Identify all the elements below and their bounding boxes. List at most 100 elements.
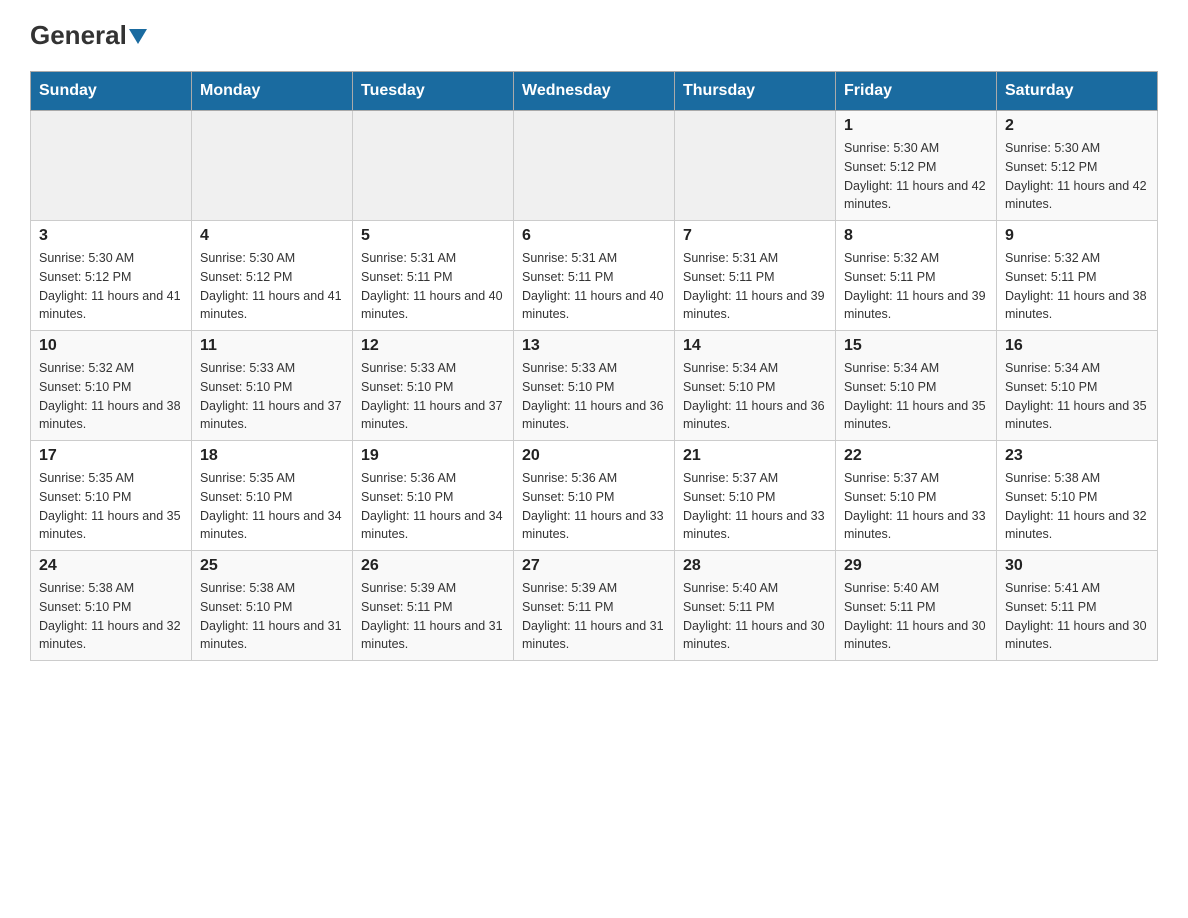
calendar-cell (353, 111, 514, 221)
calendar-cell: 14 Sunrise: 5:34 AMSunset: 5:10 PMDayligh… (675, 331, 836, 441)
day-sun-info: Sunrise: 5:31 AMSunset: 5:11 PMDaylight:… (361, 249, 505, 324)
day-sun-info: Sunrise: 5:33 AMSunset: 5:10 PMDaylight:… (200, 359, 344, 434)
calendar-cell: 24 Sunrise: 5:38 AMSunset: 5:10 PMDayligh… (31, 551, 192, 661)
calendar-week-row: 1 Sunrise: 5:30 AMSunset: 5:12 PMDaylight… (31, 111, 1158, 221)
calendar-cell (31, 111, 192, 221)
calendar-cell: 5 Sunrise: 5:31 AMSunset: 5:11 PMDaylight… (353, 221, 514, 331)
calendar-cell: 26 Sunrise: 5:39 AMSunset: 5:11 PMDayligh… (353, 551, 514, 661)
day-number: 14 (683, 337, 827, 355)
day-number: 10 (39, 337, 183, 355)
calendar-week-row: 3 Sunrise: 5:30 AMSunset: 5:12 PMDaylight… (31, 221, 1158, 331)
calendar-cell: 4 Sunrise: 5:30 AMSunset: 5:12 PMDaylight… (192, 221, 353, 331)
day-number: 8 (844, 227, 988, 245)
day-number: 16 (1005, 337, 1149, 355)
day-sun-info: Sunrise: 5:32 AMSunset: 5:10 PMDaylight:… (39, 359, 183, 434)
day-sun-info: Sunrise: 5:34 AMSunset: 5:10 PMDaylight:… (683, 359, 827, 434)
day-of-week-header: Wednesday (514, 72, 675, 111)
day-number: 19 (361, 447, 505, 465)
day-sun-info: Sunrise: 5:33 AMSunset: 5:10 PMDaylight:… (361, 359, 505, 434)
calendar-cell: 15Sunrise: 5:34 AMSunset: 5:10 PMDayligh… (836, 331, 997, 441)
calendar-cell: 29 Sunrise: 5:40 AMSunset: 5:11 PMDayligh… (836, 551, 997, 661)
calendar-cell: 9 Sunrise: 5:32 AMSunset: 5:11 PMDaylight… (997, 221, 1158, 331)
day-sun-info: Sunrise: 5:36 AMSunset: 5:10 PMDaylight:… (361, 469, 505, 544)
calendar-cell: 13 Sunrise: 5:33 AMSunset: 5:10 PMDayligh… (514, 331, 675, 441)
day-number: 24 (39, 557, 183, 575)
logo: General (30, 20, 147, 51)
day-sun-info: Sunrise: 5:30 AMSunset: 5:12 PMDaylight:… (200, 249, 344, 324)
calendar-cell: 16 Sunrise: 5:34 AMSunset: 5:10 PMDayligh… (997, 331, 1158, 441)
day-sun-info: Sunrise: 5:40 AMSunset: 5:11 PMDaylight:… (683, 579, 827, 654)
day-sun-info: Sunrise: 5:37 AMSunset: 5:10 PMDaylight:… (844, 469, 988, 544)
day-sun-info: Sunrise: 5:34 AMSunset: 5:10 PMDaylight:… (1005, 359, 1149, 434)
day-number: 23 (1005, 447, 1149, 465)
day-number: 4 (200, 227, 344, 245)
day-sun-info: Sunrise: 5:35 AMSunset: 5:10 PMDaylight:… (200, 469, 344, 544)
calendar-week-row: 17 Sunrise: 5:35 AMSunset: 5:10 PMDayligh… (31, 441, 1158, 551)
calendar-cell: 1 Sunrise: 5:30 AMSunset: 5:12 PMDaylight… (836, 111, 997, 221)
calendar-cell: 30Sunrise: 5:41 AMSunset: 5:11 PMDayligh… (997, 551, 1158, 661)
day-sun-info: Sunrise: 5:39 AMSunset: 5:11 PMDaylight:… (522, 579, 666, 654)
calendar-cell: 12 Sunrise: 5:33 AMSunset: 5:10 PMDayligh… (353, 331, 514, 441)
calendar-header-row: SundayMondayTuesdayWednesdayThursdayFrid… (31, 72, 1158, 111)
day-number: 17 (39, 447, 183, 465)
day-of-week-header: Friday (836, 72, 997, 111)
day-sun-info: Sunrise: 5:30 AMSunset: 5:12 PMDaylight:… (844, 139, 988, 214)
day-of-week-header: Saturday (997, 72, 1158, 111)
day-of-week-header: Thursday (675, 72, 836, 111)
day-number: 29 (844, 557, 988, 575)
day-number: 18 (200, 447, 344, 465)
day-number: 22 (844, 447, 988, 465)
day-sun-info: Sunrise: 5:40 AMSunset: 5:11 PMDaylight:… (844, 579, 988, 654)
calendar-cell: 25 Sunrise: 5:38 AMSunset: 5:10 PMDayligh… (192, 551, 353, 661)
calendar-table: SundayMondayTuesdayWednesdayThursdayFrid… (30, 71, 1158, 661)
calendar-cell: 3 Sunrise: 5:30 AMSunset: 5:12 PMDaylight… (31, 221, 192, 331)
day-sun-info: Sunrise: 5:31 AMSunset: 5:11 PMDaylight:… (522, 249, 666, 324)
calendar-cell: 23Sunrise: 5:38 AMSunset: 5:10 PMDayligh… (997, 441, 1158, 551)
calendar-cell: 22 Sunrise: 5:37 AMSunset: 5:10 PMDayligh… (836, 441, 997, 551)
day-of-week-header: Monday (192, 72, 353, 111)
calendar-cell (675, 111, 836, 221)
day-of-week-header: Sunday (31, 72, 192, 111)
day-sun-info: Sunrise: 5:32 AMSunset: 5:11 PMDaylight:… (1005, 249, 1149, 324)
day-number: 6 (522, 227, 666, 245)
day-sun-info: Sunrise: 5:38 AMSunset: 5:10 PMDaylight:… (200, 579, 344, 654)
day-number: 15 (844, 337, 988, 355)
calendar-cell: 2 Sunrise: 5:30 AMSunset: 5:12 PMDaylight… (997, 111, 1158, 221)
day-number: 26 (361, 557, 505, 575)
day-number: 3 (39, 227, 183, 245)
calendar-cell: 7Sunrise: 5:31 AMSunset: 5:11 PMDaylight… (675, 221, 836, 331)
day-sun-info: Sunrise: 5:36 AMSunset: 5:10 PMDaylight:… (522, 469, 666, 544)
day-number: 27 (522, 557, 666, 575)
day-number: 5 (361, 227, 505, 245)
calendar-cell: 6 Sunrise: 5:31 AMSunset: 5:11 PMDaylight… (514, 221, 675, 331)
day-number: 12 (361, 337, 505, 355)
day-sun-info: Sunrise: 5:38 AMSunset: 5:10 PMDaylight:… (39, 579, 183, 654)
calendar-cell: 8 Sunrise: 5:32 AMSunset: 5:11 PMDaylight… (836, 221, 997, 331)
day-number: 25 (200, 557, 344, 575)
calendar-cell: 18 Sunrise: 5:35 AMSunset: 5:10 PMDayligh… (192, 441, 353, 551)
page-header: General (30, 20, 1158, 51)
day-sun-info: Sunrise: 5:30 AMSunset: 5:12 PMDaylight:… (1005, 139, 1149, 214)
day-sun-info: Sunrise: 5:37 AMSunset: 5:10 PMDaylight:… (683, 469, 827, 544)
day-number: 2 (1005, 117, 1149, 135)
day-number: 11 (200, 337, 344, 355)
day-number: 28 (683, 557, 827, 575)
calendar-cell: 28 Sunrise: 5:40 AMSunset: 5:11 PMDayligh… (675, 551, 836, 661)
day-sun-info: Sunrise: 5:30 AMSunset: 5:12 PMDaylight:… (39, 249, 183, 324)
calendar-cell: 17Sunrise: 5:35 AMSunset: 5:10 PMDayligh… (31, 441, 192, 551)
day-sun-info: Sunrise: 5:32 AMSunset: 5:11 PMDaylight:… (844, 249, 988, 324)
calendar-cell: 10 Sunrise: 5:32 AMSunset: 5:10 PMDayligh… (31, 331, 192, 441)
calendar-cell: 11 Sunrise: 5:33 AMSunset: 5:10 PMDayligh… (192, 331, 353, 441)
day-sun-info: Sunrise: 5:31 AMSunset: 5:11 PMDaylight:… (683, 249, 827, 324)
day-number: 13 (522, 337, 666, 355)
logo-general-text: General (30, 20, 147, 51)
day-number: 20 (522, 447, 666, 465)
calendar-cell: 27 Sunrise: 5:39 AMSunset: 5:11 PMDayligh… (514, 551, 675, 661)
day-number: 9 (1005, 227, 1149, 245)
day-sun-info: Sunrise: 5:39 AMSunset: 5:11 PMDaylight:… (361, 579, 505, 654)
calendar-cell: 19 Sunrise: 5:36 AMSunset: 5:10 PMDayligh… (353, 441, 514, 551)
day-number: 21 (683, 447, 827, 465)
day-number: 1 (844, 117, 988, 135)
calendar-cell: 20 Sunrise: 5:36 AMSunset: 5:10 PMDayligh… (514, 441, 675, 551)
day-sun-info: Sunrise: 5:33 AMSunset: 5:10 PMDaylight:… (522, 359, 666, 434)
